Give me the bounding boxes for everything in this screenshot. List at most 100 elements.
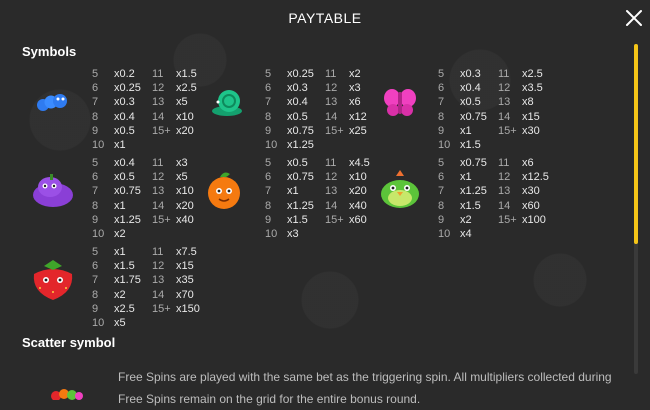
paytable-left-pink-butterfly: 5 x0.3 6 x0.4 7 x0.5 8 x0.75 9 x1 10 x1.5 — [438, 67, 487, 152]
paytable-left-blue-worm: 5 x0.2 6 x0.25 7 x0.3 8 x0.4 9 x0.5 10 x1 — [92, 67, 141, 152]
paytable-row: 7 x0.75 — [92, 184, 141, 198]
symbol-count: 11 — [152, 68, 164, 80]
scatter-heading: Scatter symbol — [22, 335, 116, 350]
payout-multiplier: x2 — [460, 213, 472, 226]
paytable-right-green-bird-creature: 11 x6 12 x12.5 13 x30 14 x60 15+ x100 — [498, 156, 549, 227]
paytable-row: 14 x12 — [325, 110, 367, 124]
paytable-row: 12 x3 — [325, 81, 367, 95]
symbol-count: 12 — [498, 171, 511, 184]
symbol-count: 14 — [498, 110, 511, 123]
payout-multiplier: x6 — [349, 96, 361, 109]
scrollbar-thumb[interactable] — [634, 44, 638, 244]
paytable-right-red-strawberry-creature: 11 x7.5 12 x15 13 x35 14 x70 15+ x150 — [152, 245, 200, 316]
paytable-row: 12 x10 — [325, 170, 370, 184]
symbol-count: 5 — [92, 157, 99, 169]
symbol-count: 11 — [152, 157, 164, 169]
payout-multiplier: x3 — [349, 82, 361, 95]
blue-worm-icon — [37, 94, 67, 111]
paytable-row: 15+ x30 — [498, 124, 543, 138]
payout-multiplier: x0.3 — [460, 68, 481, 80]
payout-multiplier: x1.25 — [287, 138, 314, 151]
paytable-row: 10 x2 — [92, 227, 141, 241]
payout-multiplier: x4.5 — [349, 157, 370, 169]
symbol-count: 14 — [152, 110, 165, 123]
paytable-row: 11 x4.5 — [325, 156, 370, 170]
paytable-left-red-strawberry-creature: 5 x1 6 x1.5 7 x1.75 8 x2 9 x2.5 10 x5 — [92, 245, 141, 330]
paytable-row: 13 x20 — [325, 184, 370, 198]
paytable-row: 11 x2.5 — [498, 67, 543, 81]
paytable-row: 10 x5 — [92, 316, 141, 330]
payout-multiplier: x6 — [522, 157, 534, 169]
payout-multiplier: x20 — [349, 185, 367, 198]
symbol-count: 13 — [152, 185, 165, 198]
paytable-left-purple-grape-creature: 5 x0.4 6 x0.5 7 x0.75 8 x1 9 x1.25 10 x2 — [92, 156, 141, 241]
paytable-row: 13 x8 — [498, 95, 543, 109]
symbol-count: 12 — [152, 260, 165, 273]
symbol-count: 10 — [92, 316, 105, 329]
payout-multiplier: x20 — [176, 199, 194, 212]
symbol-count: 10 — [265, 227, 278, 240]
paytable-right-blue-worm: 11 x1.5 12 x2.5 13 x5 14 x10 15+ x20 — [152, 67, 197, 138]
symbol-count: 7 — [265, 96, 272, 109]
symbol-count: 9 — [438, 213, 445, 226]
paytable-row: 7 x1 — [265, 184, 314, 198]
payout-multiplier: x0.75 — [460, 110, 487, 123]
red-strawberry-creature-icon — [33, 260, 73, 300]
symbol-count: 9 — [92, 302, 99, 315]
paytable-row: 8 x1.5 — [438, 199, 487, 213]
paytable-row: 14 x20 — [152, 199, 194, 213]
symbol-count: 5 — [265, 68, 272, 80]
symbol-count: 10 — [92, 227, 105, 240]
page-title: PAYTABLE — [288, 10, 362, 26]
symbol-count: 10 — [438, 138, 451, 151]
symbol-count: 6 — [438, 171, 445, 184]
paytable-right-green-snail: 11 x2 12 x3 13 x6 14 x12 15+ x25 — [325, 67, 367, 138]
symbol-count: 6 — [92, 260, 99, 273]
symbol-count: 7 — [438, 96, 445, 109]
payout-multiplier: x0.4 — [114, 157, 135, 169]
paytable-row: 9 x2 — [438, 213, 487, 227]
symbol-count: 9 — [92, 213, 99, 226]
close-icon[interactable] — [624, 8, 644, 28]
scrollbar[interactable] — [634, 44, 638, 374]
payout-multiplier: x0.5 — [114, 171, 135, 184]
symbol-count: 11 — [325, 157, 337, 169]
payout-multiplier: x12 — [349, 110, 367, 123]
payout-multiplier: x2.5 — [522, 68, 543, 80]
paytable-row: 9 x1 — [438, 124, 487, 138]
payout-multiplier: x10 — [176, 185, 194, 198]
payout-multiplier: x7.5 — [176, 246, 197, 258]
paytable-row: 15+ x100 — [498, 213, 549, 227]
paytable-row: 8 x2 — [92, 288, 141, 302]
paytable-row: 6 x0.5 — [92, 170, 141, 184]
symbol-count: 7 — [92, 274, 99, 287]
paytable-right-orange-fruit-creature: 11 x4.5 12 x10 13 x20 14 x40 15+ x60 — [325, 156, 370, 227]
symbol-count: 15+ — [325, 213, 344, 226]
paytable-row: 11 x1.5 — [152, 67, 197, 81]
symbol-count: 6 — [92, 171, 99, 184]
payout-multiplier: x60 — [349, 213, 367, 226]
payout-multiplier: x150 — [176, 302, 200, 315]
symbol-count: 13 — [325, 96, 338, 109]
symbol-count: 8 — [265, 110, 272, 123]
paytable-row: 13 x5 — [152, 95, 197, 109]
paytable-row: 11 x6 — [498, 156, 549, 170]
paytable-row: 6 x0.3 — [265, 81, 314, 95]
payout-multiplier: x0.4 — [460, 82, 481, 95]
payout-multiplier: x25 — [349, 124, 367, 137]
symbol-count: 10 — [265, 138, 278, 151]
payout-multiplier: x0.5 — [114, 124, 135, 137]
payout-multiplier: x0.25 — [114, 82, 141, 95]
symbol-count: 12 — [152, 171, 165, 184]
paytable-row: 6 x1.5 — [92, 259, 141, 273]
payout-multiplier: x0.75 — [460, 157, 487, 169]
paytable-row: 7 x0.3 — [92, 95, 141, 109]
symbol-count: 7 — [92, 96, 99, 109]
payout-multiplier: x1 — [460, 124, 472, 137]
symbol-count: 9 — [92, 124, 99, 137]
symbol-count: 5 — [438, 157, 445, 169]
symbol-count: 8 — [92, 288, 99, 301]
paytable-row: 11 x3 — [152, 156, 194, 170]
paytable-row: 15+ x150 — [152, 302, 200, 316]
payout-multiplier: x12.5 — [522, 171, 549, 184]
